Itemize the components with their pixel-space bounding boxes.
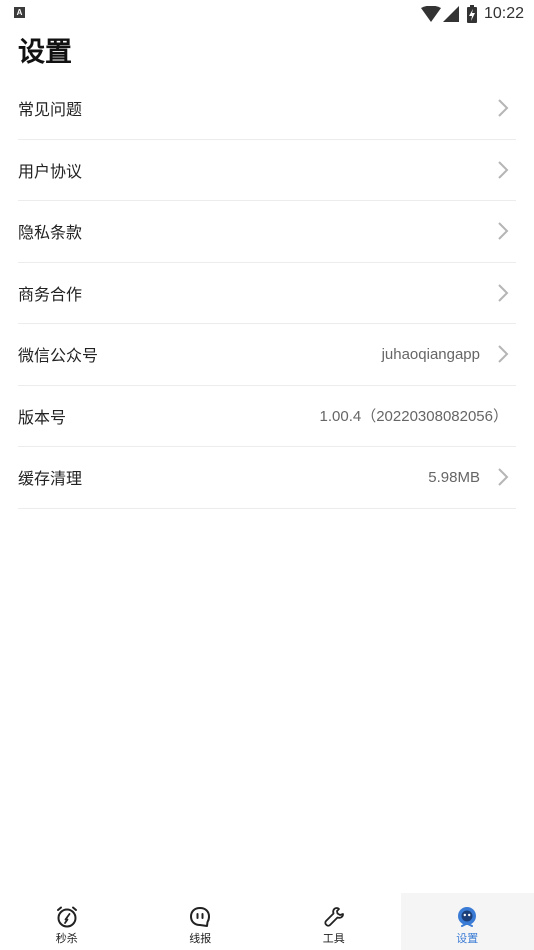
chevron-right-icon <box>498 468 509 486</box>
notification-icon: A <box>14 7 25 18</box>
status-icons: 10:22 <box>420 3 524 25</box>
settings-item-business[interactable]: 商务合作 <box>18 263 516 324</box>
item-label: 版本号 <box>18 407 67 427</box>
status-bar: A 10:22 <box>0 0 534 28</box>
signal-icon <box>442 6 459 22</box>
battery-charging-icon <box>466 5 477 23</box>
nav-tab-news[interactable]: 线报 <box>134 893 268 950</box>
nav-label: 设置 <box>456 932 479 945</box>
nav-label: 线报 <box>189 932 212 945</box>
settings-avatar-icon <box>458 907 477 927</box>
nav-label: 秒杀 <box>55 932 78 945</box>
cache-size-value: 5.98MB <box>428 468 480 486</box>
wrench-icon <box>324 907 344 927</box>
nav-tab-settings[interactable]: 设置 <box>400 893 534 950</box>
version-value: 1.00.4（20220308082056） <box>319 408 509 426</box>
item-label: 微信公众号 <box>18 346 99 366</box>
chevron-right-icon <box>498 99 509 117</box>
settings-list: 常见问题 用户协议 隐私条款 商务合作 微信公众号 juhaoqiangapp … <box>18 78 516 509</box>
page-title: 设置 <box>18 37 72 68</box>
item-label: 常见问题 <box>18 100 83 120</box>
item-label: 隐私条款 <box>18 223 83 243</box>
wechat-account-value: juhaoqiangapp <box>381 345 480 363</box>
bottom-nav: 秒杀 线报 工具 设置 <box>0 893 534 950</box>
nav-tab-flash-sale[interactable]: 秒杀 <box>0 893 134 950</box>
alarm-clock-icon <box>56 906 77 928</box>
nav-tab-tools[interactable]: 工具 <box>267 893 401 950</box>
chevron-right-icon <box>498 161 509 179</box>
settings-item-faq[interactable]: 常见问题 <box>18 78 516 140</box>
chevron-right-icon <box>498 222 509 240</box>
nav-label: 工具 <box>322 932 345 945</box>
settings-item-privacy[interactable]: 隐私条款 <box>18 201 516 263</box>
chevron-right-icon <box>498 284 509 302</box>
settings-item-user-agreement[interactable]: 用户协议 <box>18 140 516 201</box>
status-time: 10:22 <box>483 5 524 22</box>
settings-item-version: 版本号 1.00.4（20220308082056） <box>18 386 516 447</box>
item-label: 商务合作 <box>18 284 83 304</box>
item-label: 用户协议 <box>18 161 83 181</box>
chevron-right-icon <box>498 345 509 363</box>
wifi-icon <box>420 6 441 22</box>
settings-item-wechat[interactable]: 微信公众号 juhaoqiangapp <box>18 324 516 386</box>
item-label: 缓存清理 <box>18 469 83 489</box>
chat-bubble-icon <box>190 907 211 927</box>
settings-item-clear-cache[interactable]: 缓存清理 5.98MB <box>18 447 516 509</box>
